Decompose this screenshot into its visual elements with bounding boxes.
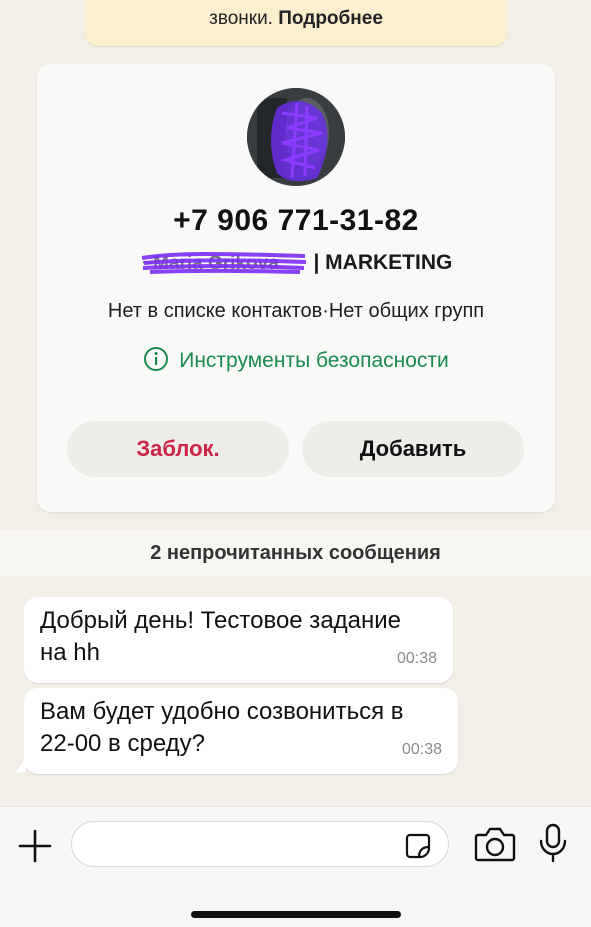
contact-name-suffix: | MARKETING bbox=[307, 251, 453, 274]
message-input[interactable] bbox=[71, 821, 449, 867]
plus-icon[interactable] bbox=[18, 829, 52, 863]
camera-icon[interactable] bbox=[474, 825, 516, 863]
home-indicator[interactable] bbox=[191, 911, 401, 918]
message-line: на hh bbox=[40, 639, 100, 666]
message-time: 00:38 bbox=[396, 650, 437, 667]
block-button[interactable]: Заблок. bbox=[67, 421, 289, 477]
notice-more-link[interactable]: Подробнее bbox=[278, 8, 383, 29]
message-bubble[interactable]: Добрый день! Тестовое задание на hh 00:3… bbox=[24, 597, 453, 683]
notice-text: звонки. bbox=[209, 8, 279, 29]
contact-status: Нет в списке контактов·Нет общих групп bbox=[107, 300, 485, 322]
message-line: 22-00 в среду? bbox=[40, 730, 205, 757]
microphone-icon[interactable] bbox=[538, 823, 568, 863]
message-time: 00:38 bbox=[401, 741, 442, 758]
message-text: Вам будет удобно созвониться в 22-00 в с… bbox=[40, 696, 403, 760]
bubble-tail bbox=[14, 752, 26, 773]
compose-bar bbox=[0, 806, 591, 927]
avatar[interactable] bbox=[247, 88, 345, 186]
message-line: Вам будет удобно созвониться в bbox=[40, 698, 404, 725]
info-notice: звонки. Подробнее bbox=[84, 0, 508, 46]
sticker-icon[interactable] bbox=[404, 832, 432, 860]
add-contact-button[interactable]: Добавить bbox=[302, 421, 524, 477]
contact-name: ~Maria Grikova | MARKETING bbox=[37, 251, 555, 275]
info-icon bbox=[143, 346, 169, 372]
unread-messages-banner: 2 непрочитанных сообщения bbox=[0, 530, 591, 576]
contact-phone: +7 906 771-31-82 bbox=[173, 204, 419, 237]
message-text: Добрый день! Тестовое задание на hh bbox=[40, 605, 401, 669]
contact-card: +7 906 771-31-82 ~Maria Grikova | MARKET… bbox=[37, 64, 555, 512]
redacted-name-scribble: ~Maria Grikova bbox=[140, 252, 308, 274]
message-line: Добрый день! Тестовое задание bbox=[40, 607, 402, 634]
safety-tools-label: Инструменты безопасности bbox=[179, 349, 449, 372]
message-bubble[interactable]: Вам будет удобно созвониться в 22-00 в с… bbox=[24, 688, 458, 774]
safety-tools-link[interactable]: Инструменты безопасности bbox=[37, 346, 555, 373]
